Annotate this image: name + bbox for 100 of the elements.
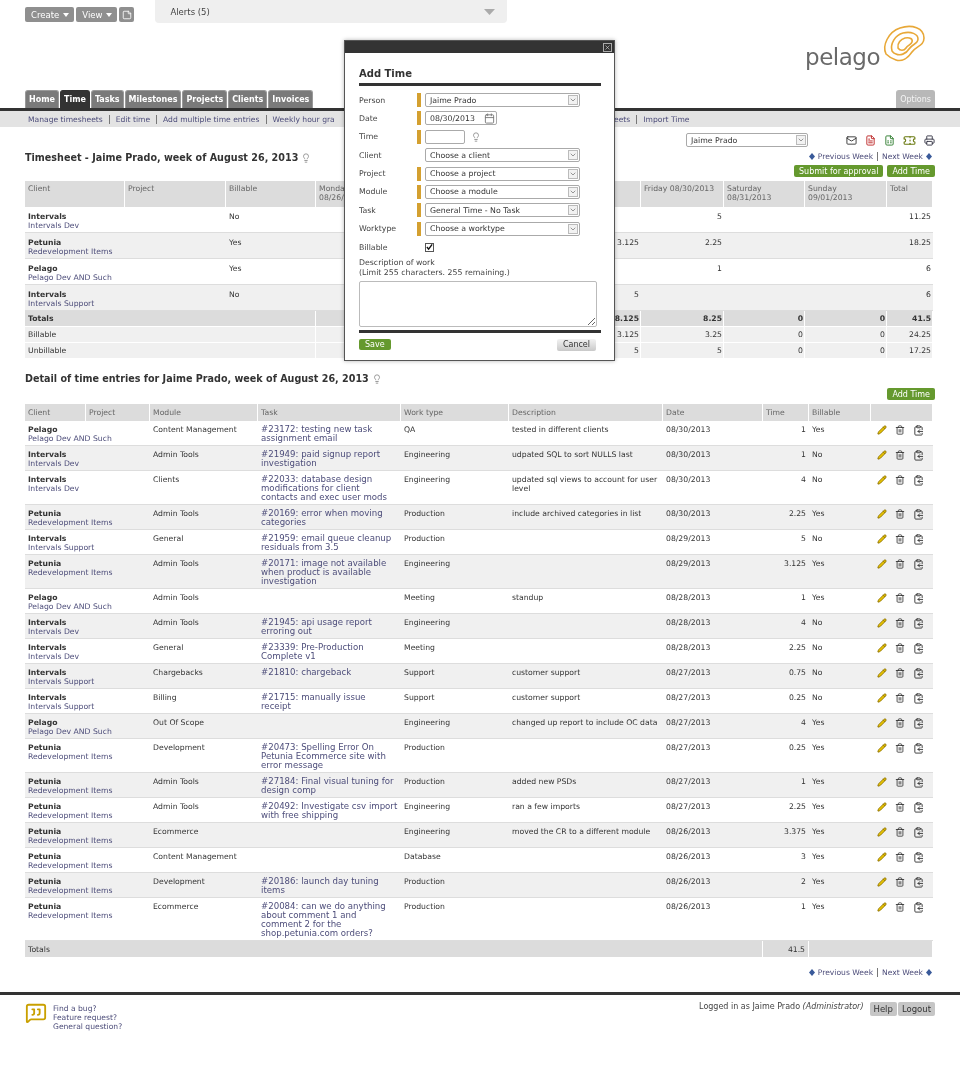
edit-icon[interactable] xyxy=(877,693,887,703)
footer-button[interactable]: Help xyxy=(869,1002,897,1016)
copy-icon[interactable] xyxy=(913,425,924,436)
trash-icon[interactable] xyxy=(895,877,905,887)
edit-icon[interactable] xyxy=(877,877,887,887)
copy-icon[interactable] xyxy=(913,718,924,729)
copy-icon[interactable] xyxy=(913,802,924,813)
section-title: Detail of time entries for Jaime Prado, week of August 26, 2013 xyxy=(25,373,369,384)
lightbulb-icon xyxy=(371,373,382,384)
edit-icon[interactable] xyxy=(877,668,887,678)
task-link[interactable]: #27184: Final visual tuning for design comp xyxy=(258,773,401,798)
print-icon[interactable] xyxy=(924,134,935,146)
task-link[interactable]: #20171: image not available when product is available investigation xyxy=(258,555,401,589)
trash-icon[interactable] xyxy=(895,693,905,703)
lightbulb-icon xyxy=(301,152,312,163)
trash-icon[interactable] xyxy=(895,718,905,728)
nav-tab[interactable]: Projects xyxy=(182,90,228,108)
copy-icon[interactable] xyxy=(913,777,924,788)
section-title: Timesheet - Jaime Prado, week of August 26, 2013 xyxy=(25,152,299,163)
trash-icon[interactable] xyxy=(895,743,905,753)
nav-tab[interactable]: Clients xyxy=(228,90,268,108)
copy-icon[interactable] xyxy=(913,743,924,754)
trash-icon[interactable] xyxy=(895,827,905,837)
copy-icon[interactable] xyxy=(913,827,924,838)
footer-button[interactable]: Logout xyxy=(897,1002,935,1016)
edit-icon[interactable] xyxy=(877,475,887,485)
copy-icon[interactable] xyxy=(913,534,924,545)
checkbox[interactable] xyxy=(425,242,434,252)
trash-icon[interactable] xyxy=(895,559,905,569)
task-link[interactable]: #21949: paid signup report investigation xyxy=(258,446,401,471)
trash-icon[interactable] xyxy=(895,450,905,460)
trash-icon[interactable] xyxy=(895,852,905,862)
trash-icon[interactable] xyxy=(895,534,905,544)
edit-icon[interactable] xyxy=(877,902,887,912)
copy-icon[interactable] xyxy=(913,643,924,654)
copy-icon[interactable] xyxy=(913,559,924,570)
copy-icon[interactable] xyxy=(913,877,924,888)
copy-icon[interactable] xyxy=(913,902,924,913)
nav-tab[interactable]: Home xyxy=(25,90,59,108)
lightbulb-icon xyxy=(471,131,481,142)
edit-icon[interactable] xyxy=(877,534,887,544)
dropdown-arrow-icon xyxy=(568,95,578,105)
alerts-label: Alerts (5) xyxy=(170,6,210,17)
ticket-icon[interactable] xyxy=(903,133,916,147)
trash-icon[interactable] xyxy=(895,593,905,603)
copy-icon[interactable] xyxy=(913,509,924,520)
edit-icon[interactable] xyxy=(877,718,887,728)
copy-icon[interactable] xyxy=(913,852,924,863)
trash-icon[interactable] xyxy=(895,802,905,812)
caret-icon xyxy=(106,12,113,17)
task-link[interactable]: #21945: api usage report erroring out xyxy=(258,614,401,639)
trash-icon[interactable] xyxy=(895,425,905,435)
dropdown-arrow-icon xyxy=(796,135,806,145)
calendar-icon[interactable] xyxy=(484,112,495,124)
spreadsheet-icon[interactable] xyxy=(884,134,895,146)
trash-icon[interactable] xyxy=(895,475,905,485)
diamond-icon xyxy=(808,153,815,160)
time-field[interactable] xyxy=(425,129,465,144)
edit-icon[interactable] xyxy=(877,509,887,519)
notes-button[interactable] xyxy=(119,7,135,22)
cancel-button[interactable]: Cancel xyxy=(556,338,596,351)
edit-icon[interactable] xyxy=(877,593,887,603)
edit-icon[interactable] xyxy=(877,777,887,787)
caret-icon xyxy=(63,12,70,17)
edit-icon[interactable] xyxy=(877,743,887,753)
pdf-icon[interactable] xyxy=(865,134,876,146)
task-link[interactable]: #20186: launch day tuning items xyxy=(258,873,401,898)
trash-icon[interactable] xyxy=(895,509,905,519)
copy-icon[interactable] xyxy=(913,475,924,486)
trash-icon[interactable] xyxy=(895,777,905,787)
copy-icon[interactable] xyxy=(913,618,924,629)
edit-icon[interactable] xyxy=(877,559,887,569)
alerts-bar[interactable]: Alerts (5) xyxy=(155,0,508,23)
description-field[interactable] xyxy=(359,280,597,327)
nav-tab[interactable]: Tasks xyxy=(90,90,124,108)
diamond-icon xyxy=(808,969,815,976)
nav-tab[interactable]: Milestones xyxy=(124,90,182,108)
trash-icon[interactable] xyxy=(895,668,905,678)
edit-icon[interactable] xyxy=(877,618,887,628)
trash-icon[interactable] xyxy=(895,643,905,653)
edit-icon[interactable] xyxy=(877,827,887,837)
diamond-icon xyxy=(926,969,932,976)
close-button[interactable] xyxy=(603,42,612,52)
task-link[interactable]: #21810: chargeback xyxy=(258,664,401,689)
edit-icon[interactable] xyxy=(877,425,887,435)
copy-icon[interactable] xyxy=(913,668,924,679)
edit-icon[interactable] xyxy=(877,802,887,812)
diamond-icon xyxy=(926,153,932,160)
edit-icon[interactable] xyxy=(877,450,887,460)
copy-icon[interactable] xyxy=(913,593,924,604)
edit-icon[interactable] xyxy=(877,643,887,653)
edit-icon[interactable] xyxy=(877,852,887,862)
nav-tab[interactable]: Time xyxy=(59,90,90,108)
trash-icon[interactable] xyxy=(895,618,905,628)
trash-icon[interactable] xyxy=(895,902,905,912)
copy-icon[interactable] xyxy=(913,450,924,461)
task-link[interactable]: #20169: error when moving categories xyxy=(258,505,401,530)
mail-icon[interactable] xyxy=(846,134,857,146)
copy-icon[interactable] xyxy=(913,693,924,704)
nav-tab[interactable]: Invoices xyxy=(268,90,314,108)
